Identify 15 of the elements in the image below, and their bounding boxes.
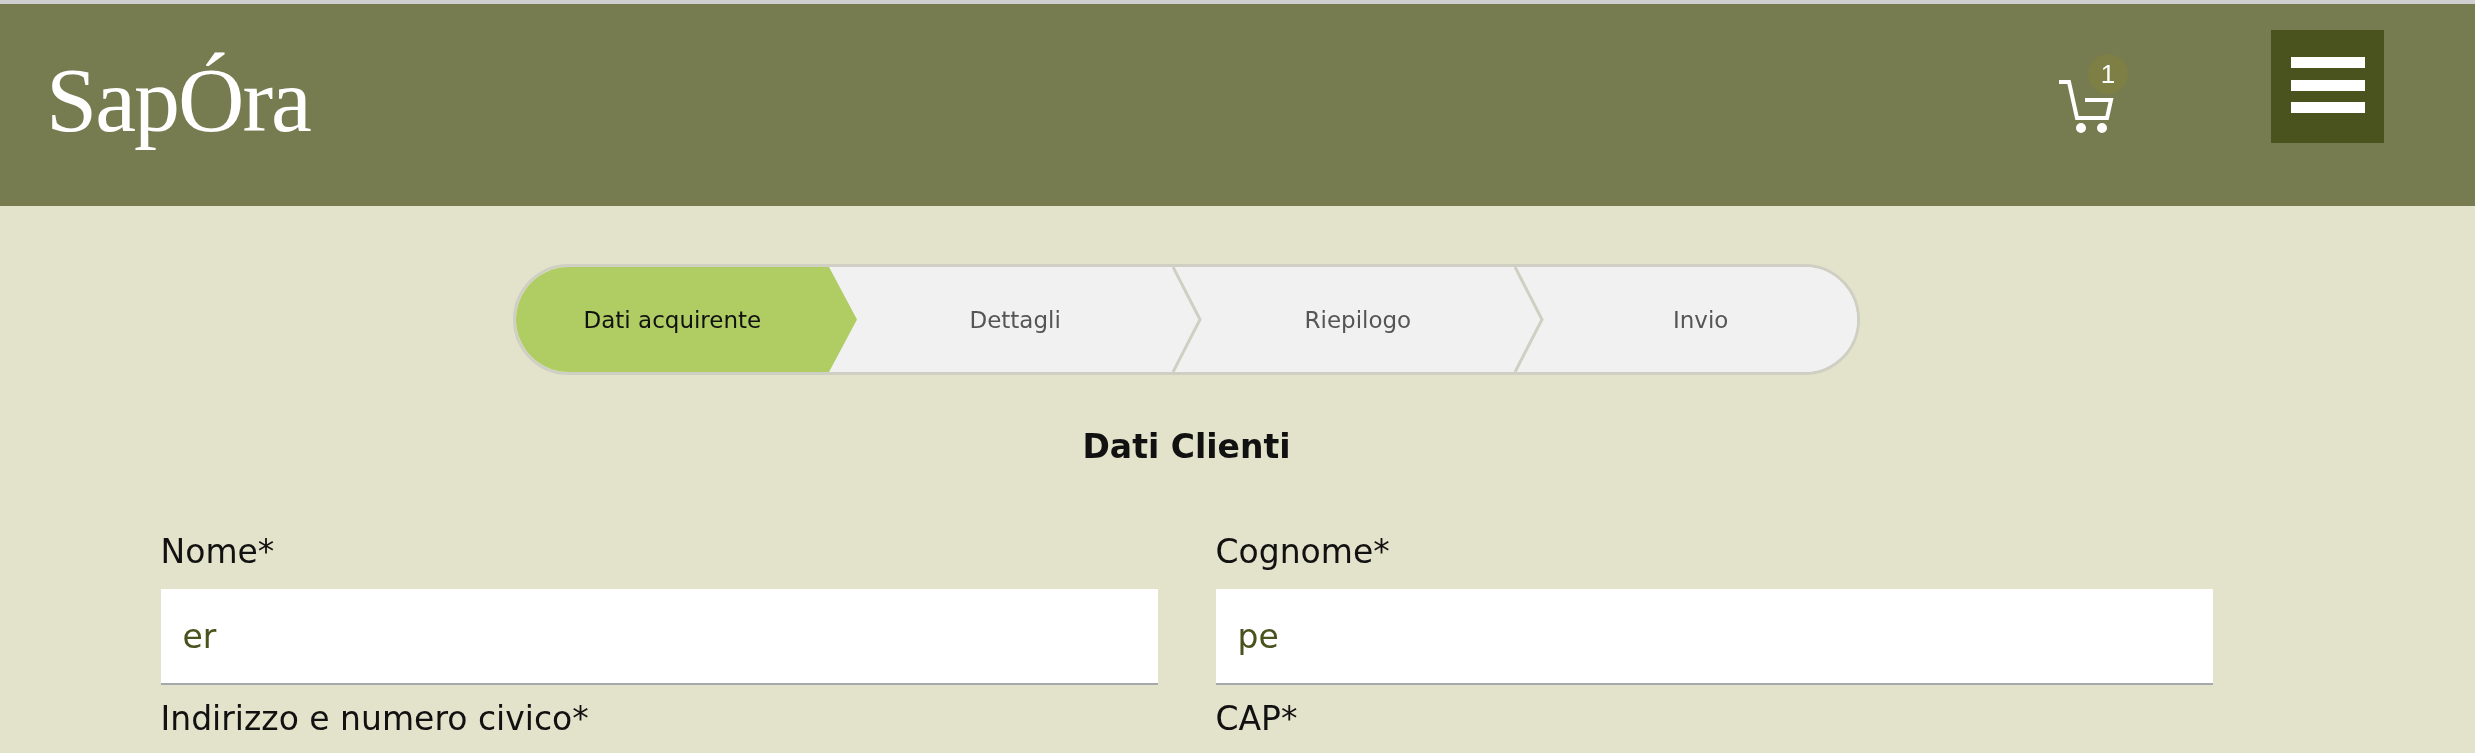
field-label: Indirizzo e numero civico*: [160, 699, 590, 738]
cart-count-badge: 1: [2088, 54, 2128, 94]
cart-button[interactable]: 1: [2057, 54, 2131, 136]
field-label: Nome*: [160, 532, 276, 571]
input-field[interactable]: pe: [1215, 589, 2213, 685]
input-field[interactable]: er: [160, 589, 1158, 685]
chevron-icon: [828, 267, 859, 372]
menu-icon: [2290, 57, 2365, 115]
chevron-icon: [1514, 267, 1545, 372]
chevron-icon: [1171, 267, 1202, 372]
menu-button[interactable]: [2271, 29, 2384, 143]
form-title: Dati Clienti: [1082, 427, 1291, 466]
logo[interactable]: SapÓra: [46, 44, 314, 156]
field-label: CAP*: [1215, 699, 1299, 738]
field-label: Cognome*: [1215, 532, 1391, 571]
